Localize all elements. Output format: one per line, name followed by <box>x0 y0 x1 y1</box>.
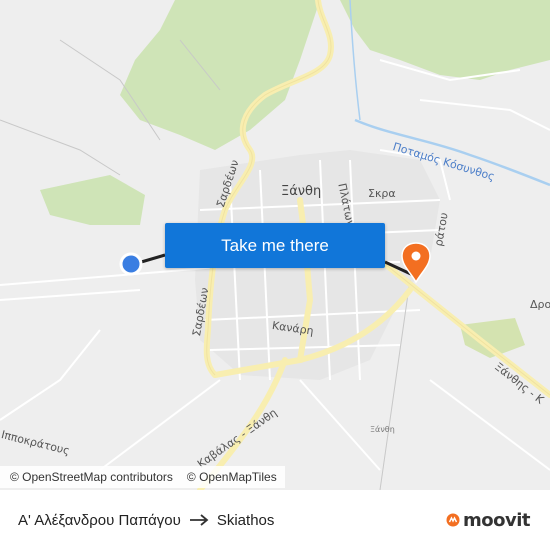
footer-bar: Α' Αλέξανδρου Παπάγου Skiathos moovit <box>0 490 550 550</box>
moovit-logo-text: moovit <box>463 509 531 531</box>
map-label-skra: Σκρα <box>368 187 396 200</box>
map-attribution: © OpenStreetMap contributors © OpenMapTi… <box>0 466 285 488</box>
omt-attribution-link[interactable]: © OpenMapTiles <box>187 470 277 484</box>
arrow-right-icon <box>189 514 209 526</box>
destination-name: Skiathos <box>216 511 275 529</box>
osm-attribution-link[interactable]: © OpenStreetMap contributors <box>10 470 173 484</box>
take-me-there-button[interactable]: Take me there <box>165 223 385 268</box>
park-area <box>40 175 145 225</box>
route-summary: Α' Αλέξανδρου Παπάγου Skiathos <box>18 490 274 550</box>
moovit-logo-icon <box>446 513 460 527</box>
park-area <box>340 0 550 80</box>
map-label-dro: Δρο <box>530 298 550 311</box>
origin-marker <box>119 252 143 276</box>
map-label-xanthi-small: Ξάνθη <box>370 425 395 434</box>
map-label-xanthi: Ξάνθη <box>281 184 322 199</box>
origin-name: Α' Αλέξανδρου Παπάγου <box>18 511 181 529</box>
park-area <box>120 0 320 150</box>
map-canvas[interactable]: Ξάνθη Ποταμός Κόσυνθος Σκρα Πλάτωνος Σαρ… <box>0 0 550 490</box>
moovit-logo: moovit <box>446 490 531 550</box>
